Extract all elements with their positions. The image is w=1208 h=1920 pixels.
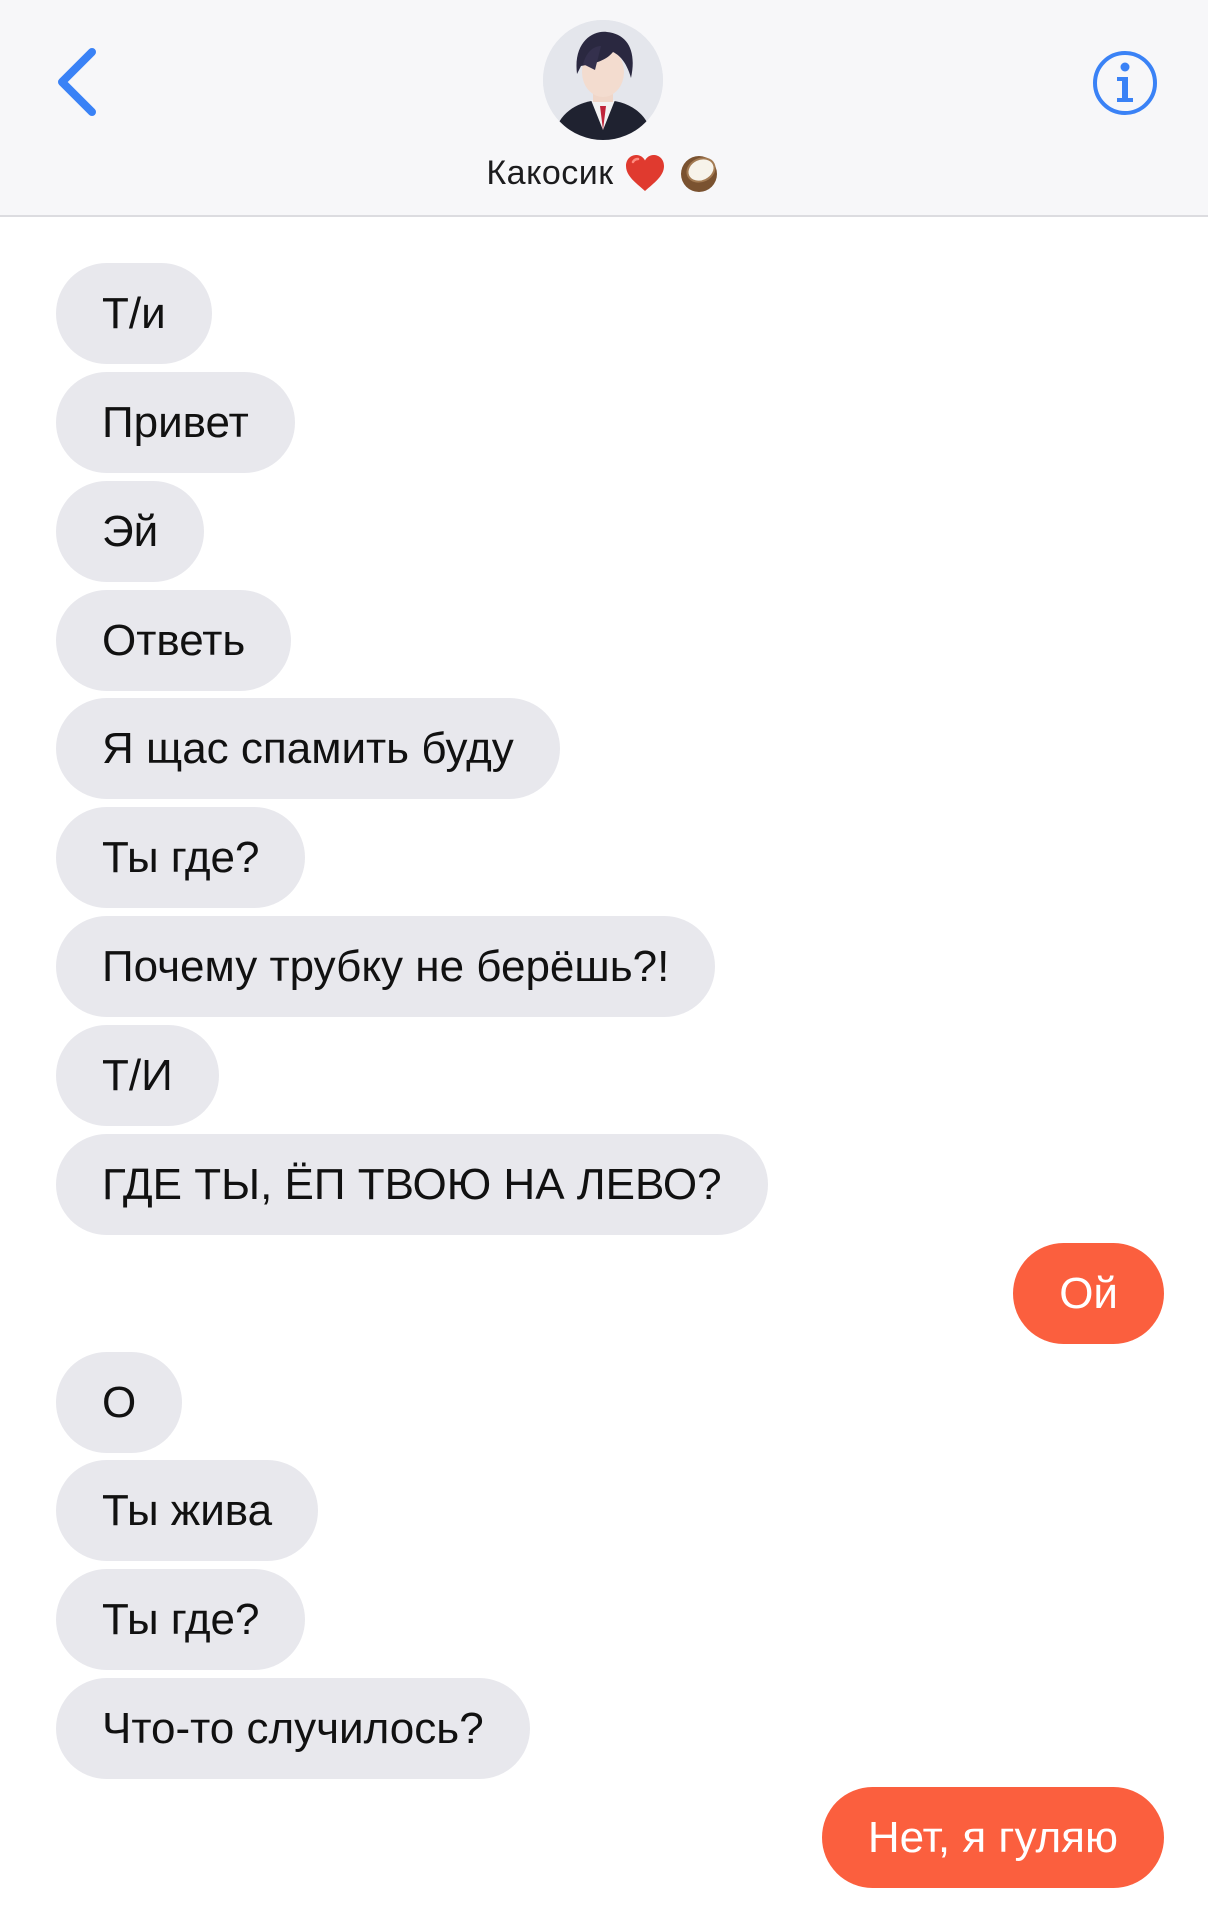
avatar[interactable] bbox=[543, 20, 663, 140]
avatar-portrait-icon bbox=[543, 20, 663, 140]
info-button[interactable] bbox=[1090, 48, 1160, 118]
contact-name: Какосик bbox=[486, 153, 614, 192]
incoming-message[interactable]: Т/И bbox=[56, 1025, 219, 1126]
incoming-message[interactable]: О bbox=[56, 1352, 183, 1453]
outgoing-message[interactable]: Ой bbox=[1013, 1243, 1164, 1344]
incoming-message[interactable]: Привет bbox=[56, 372, 295, 473]
back-button[interactable] bbox=[50, 42, 110, 122]
coconut-icon bbox=[680, 156, 717, 192]
chat-header: Какосик bbox=[0, 0, 1208, 217]
info-icon bbox=[1093, 51, 1157, 115]
incoming-message[interactable]: Ответь bbox=[56, 590, 292, 691]
heart-icon bbox=[625, 155, 664, 191]
chevron-left-icon bbox=[58, 48, 96, 116]
outgoing-message[interactable]: Нет, я гуляю bbox=[821, 1787, 1164, 1888]
incoming-message[interactable]: Ты где? bbox=[56, 807, 306, 908]
incoming-message[interactable]: Т/и bbox=[56, 263, 212, 364]
incoming-message[interactable]: Что-то случилось? bbox=[56, 1678, 530, 1779]
message-thread: Т/и Привет Эй Ответь Я щас спамить буду … bbox=[0, 217, 1208, 1920]
incoming-message[interactable]: ГДЕ ТЫ, ЁП ТВОЮ НА ЛЕВО? bbox=[56, 1134, 768, 1235]
incoming-message[interactable]: Почему трубку не берёшь?! bbox=[56, 916, 716, 1017]
contact-title[interactable]: Какосик bbox=[0, 148, 1208, 198]
incoming-message[interactable]: Ты где? bbox=[56, 1569, 306, 1670]
incoming-message[interactable]: Эй bbox=[56, 481, 205, 582]
incoming-message[interactable]: Я щас спамить буду bbox=[56, 698, 560, 799]
incoming-message[interactable]: Ты жива bbox=[56, 1460, 319, 1561]
